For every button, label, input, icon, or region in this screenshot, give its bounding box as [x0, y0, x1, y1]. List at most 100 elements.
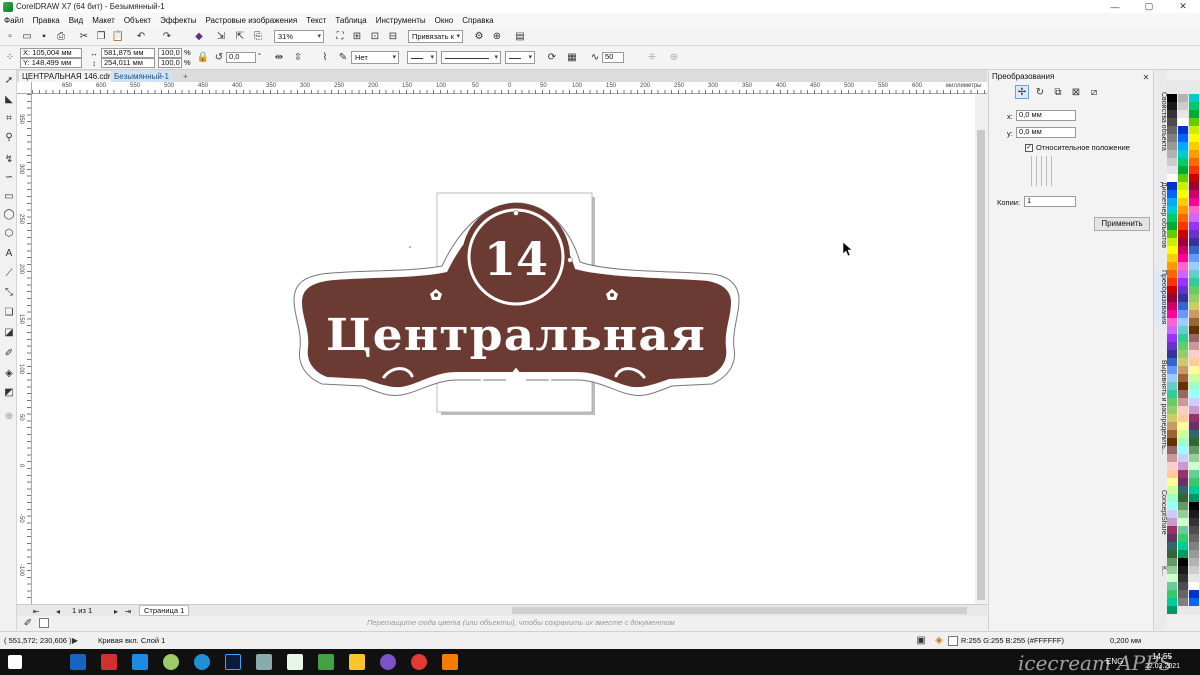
palette-swatch[interactable] [1167, 422, 1177, 430]
menu-layout[interactable]: Макет [92, 16, 115, 25]
palette-swatch[interactable] [1189, 438, 1199, 446]
palette-swatch[interactable] [1178, 590, 1188, 598]
palette-swatch[interactable] [1167, 150, 1177, 158]
palette-swatch[interactable] [1189, 598, 1199, 606]
palette-swatch[interactable] [1178, 254, 1188, 262]
palette-swatch[interactable] [1178, 294, 1188, 302]
smart-fill-icon[interactable]: ◩ [3, 386, 15, 398]
file-explorer-icon[interactable] [349, 654, 365, 670]
no-color-swatch[interactable] [39, 618, 49, 628]
palette-swatch[interactable] [1178, 182, 1188, 190]
search-content-icon[interactable]: ◆ [192, 29, 206, 43]
palette-swatch[interactable] [1189, 110, 1199, 118]
tab-more[interactable]: К... [1155, 566, 1167, 576]
tab-transformations[interactable]: Преобразования [1155, 270, 1167, 325]
palette-swatch[interactable] [1189, 342, 1199, 350]
palette-swatch[interactable] [1167, 582, 1177, 590]
palette-swatch[interactable] [1189, 398, 1199, 406]
palette-swatch[interactable] [1189, 286, 1199, 294]
import-icon[interactable]: ⇲ [214, 29, 228, 43]
app-orange-icon[interactable] [442, 654, 458, 670]
color-proof-icon[interactable]: ▣ [914, 633, 928, 647]
palette-swatch[interactable] [1167, 390, 1177, 398]
palette-swatch[interactable] [1189, 590, 1199, 598]
palette-swatch[interactable] [1178, 598, 1188, 606]
palette-swatch[interactable] [1178, 214, 1188, 222]
palette-swatch[interactable] [1167, 126, 1177, 134]
palette-swatch[interactable] [1167, 350, 1177, 358]
palette-swatch[interactable] [1167, 158, 1177, 166]
palette-swatch[interactable] [1189, 374, 1199, 382]
palette-swatch[interactable] [1189, 102, 1199, 110]
palette-swatch[interactable] [1189, 262, 1199, 270]
palette-swatch[interactable] [1178, 326, 1188, 334]
close-curve-icon[interactable]: ⟳ [545, 50, 559, 64]
palette-swatch[interactable] [1178, 486, 1188, 494]
palette-swatch[interactable] [1178, 342, 1188, 350]
tab-conceptshare[interactable]: ConceptShare [1155, 490, 1167, 535]
palette-swatch[interactable] [1189, 222, 1199, 230]
palette-swatch[interactable] [1167, 118, 1177, 126]
position-transform-icon[interactable]: ✢ [1015, 85, 1029, 99]
palette-swatch[interactable] [1178, 502, 1188, 510]
page-tab[interactable]: Страница 1 [139, 605, 190, 616]
palette-swatch[interactable] [1167, 326, 1177, 334]
palette-swatch[interactable] [1167, 270, 1177, 278]
app-gray-icon[interactable] [256, 654, 272, 670]
palette-swatch[interactable] [1178, 454, 1188, 462]
palette-swatch[interactable] [1178, 494, 1188, 502]
palette-swatch[interactable] [1189, 446, 1199, 454]
palette-swatch[interactable] [1189, 118, 1199, 126]
palette-swatch[interactable] [1178, 246, 1188, 254]
palette-swatch[interactable] [1189, 174, 1199, 182]
palette-swatch[interactable] [1189, 358, 1199, 366]
palette-swatch[interactable] [1167, 262, 1177, 270]
palette-swatch[interactable] [1167, 110, 1177, 118]
palette-swatch[interactable] [1189, 294, 1199, 302]
menu-help[interactable]: Справка [462, 16, 493, 25]
palette-swatch[interactable] [1189, 518, 1199, 526]
palette-swatch[interactable] [1167, 94, 1177, 102]
palette-swatch[interactable] [1178, 174, 1188, 182]
palette-swatch[interactable] [1189, 190, 1199, 198]
palette-swatch[interactable] [1189, 430, 1199, 438]
coreldraw-taskbar-icon[interactable] [318, 654, 334, 670]
shape-to-curves-icon[interactable]: ⌇ [318, 50, 332, 64]
shape-tool-icon[interactable]: ◣ [3, 93, 15, 105]
palette-swatch[interactable] [1189, 422, 1199, 430]
launcher-icon[interactable]: ⊕ [490, 29, 504, 43]
palette-swatch[interactable] [1189, 542, 1199, 550]
copy-icon[interactable]: ❐ [94, 29, 108, 43]
publish-pdf-icon[interactable]: ⎘ [251, 29, 265, 43]
palette-swatch[interactable] [1167, 134, 1177, 142]
zoom-dropdown[interactable]: 31% [274, 30, 324, 43]
palette-swatch[interactable] [1178, 550, 1188, 558]
calculator-icon[interactable] [132, 654, 148, 670]
menu-bitmaps[interactable]: Растровые изображения [205, 16, 297, 25]
close-button[interactable]: ✕ [1166, 0, 1200, 13]
open-folder-icon[interactable]: ▭ [20, 29, 34, 43]
palette-swatch[interactable] [1189, 206, 1199, 214]
palette-swatch[interactable] [1167, 206, 1177, 214]
palette-swatch[interactable] [1178, 142, 1188, 150]
palette-swatch[interactable] [1178, 574, 1188, 582]
palette-swatch[interactable] [1178, 278, 1188, 286]
palette-swatch[interactable] [1178, 358, 1188, 366]
zoom-tool-icon[interactable]: ⚲ [3, 131, 15, 143]
palette-swatch[interactable] [1178, 198, 1188, 206]
tab-object-manager[interactable]: Диспетчер объектов [1155, 182, 1167, 248]
palette-swatch[interactable] [1178, 102, 1188, 110]
palette-swatch[interactable] [1189, 414, 1199, 422]
app-green-icon[interactable] [163, 654, 179, 670]
crop-tool-icon[interactable]: ⌗ [3, 112, 15, 124]
palette-swatch[interactable] [1178, 510, 1188, 518]
palette-swatch[interactable] [1167, 294, 1177, 302]
palette-swatch[interactable] [1189, 406, 1199, 414]
skew-transform-icon[interactable]: ⧄ [1087, 85, 1101, 99]
rotate-transform-icon[interactable]: ↻ [1033, 85, 1047, 99]
palette-swatch[interactable] [1189, 142, 1199, 150]
palette-swatch[interactable] [1178, 310, 1188, 318]
palette-swatch[interactable] [1167, 574, 1177, 582]
object-origin-icon[interactable]: ⁘ [3, 50, 17, 64]
polygon-tool-icon[interactable]: ⬡ [3, 227, 15, 239]
